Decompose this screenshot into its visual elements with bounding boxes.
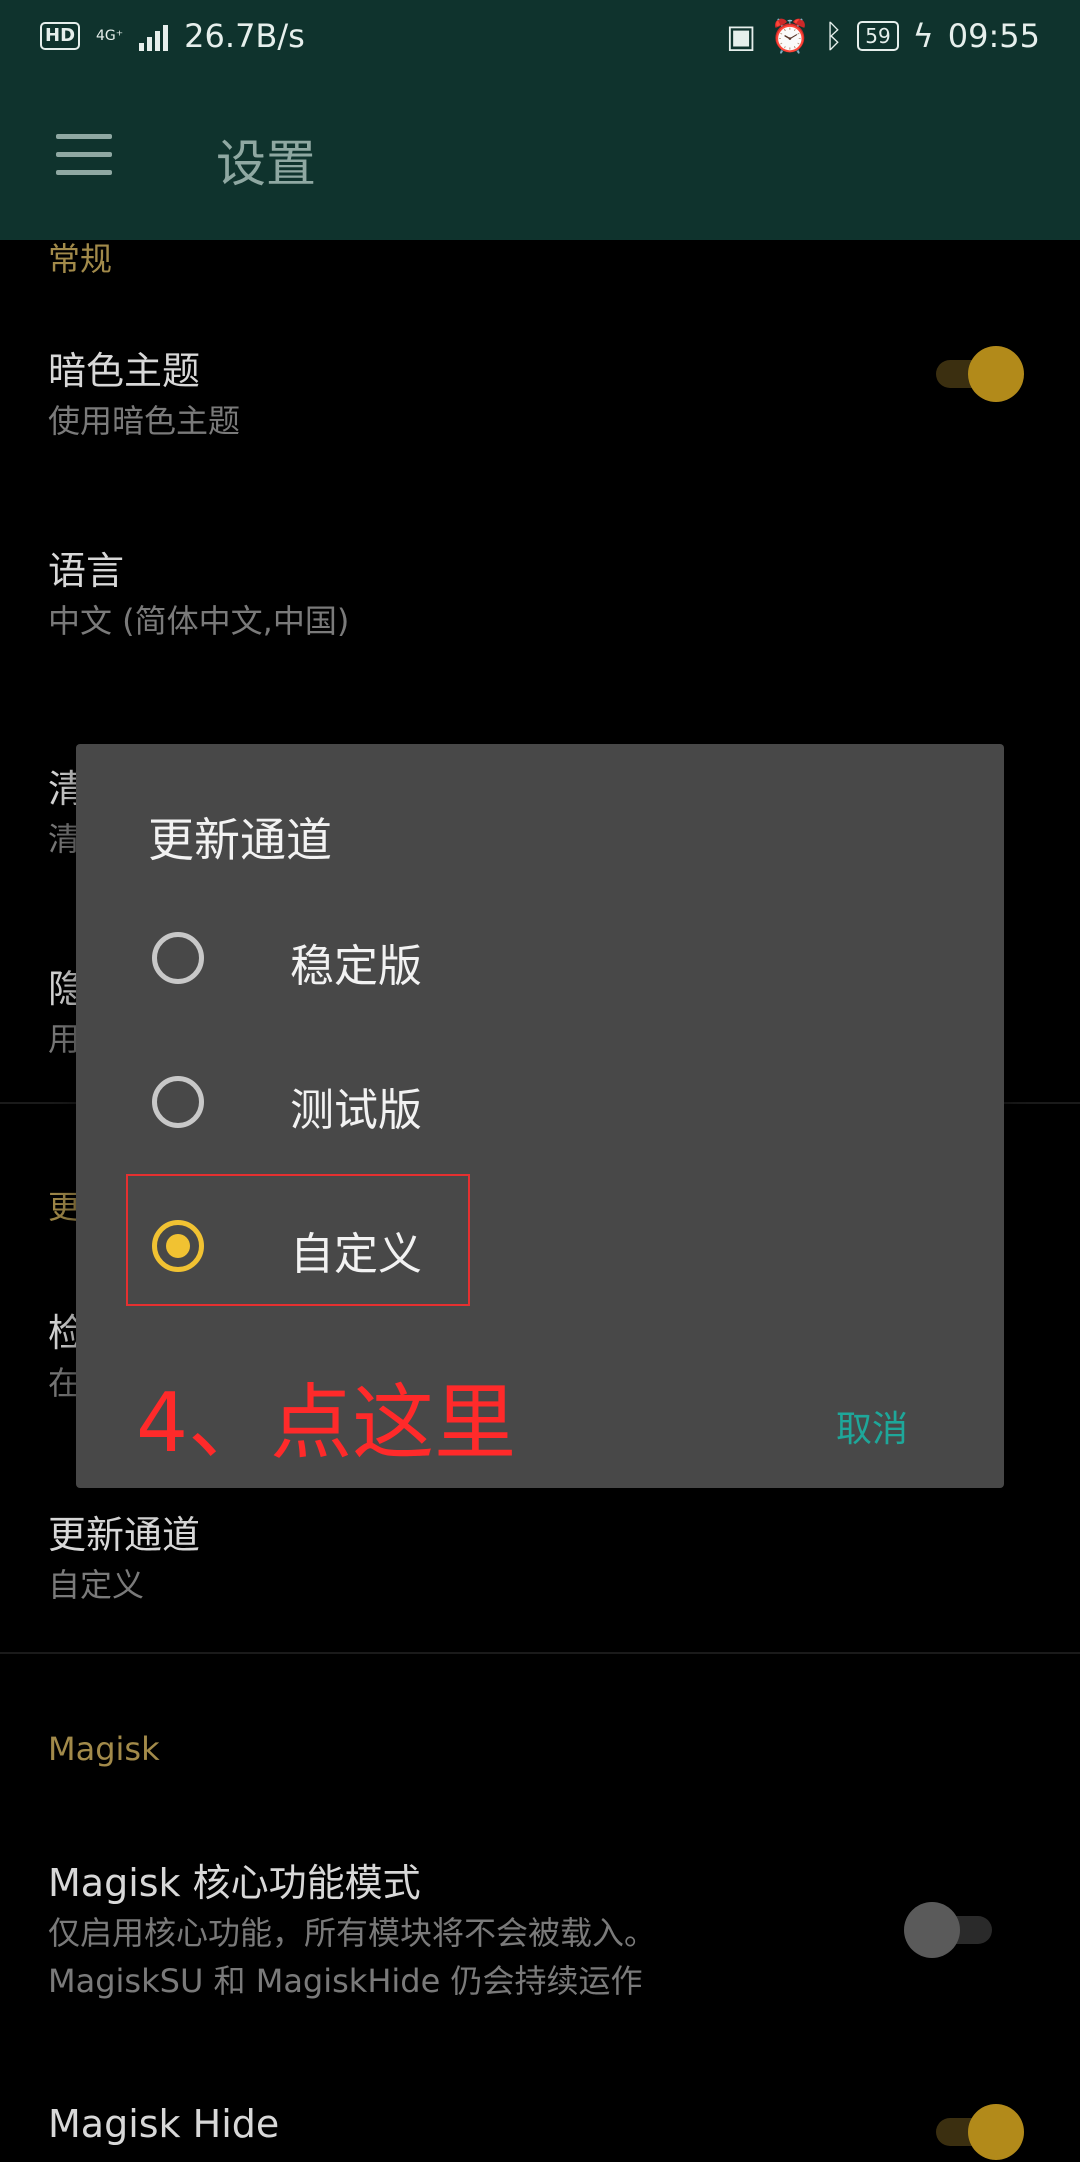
setting-title: Magisk Hide — [48, 2102, 280, 2146]
setting-language[interactable]: 语言 中文 (简体中文,中国) — [0, 540, 1080, 700]
battery-icon: 59 — [857, 21, 899, 51]
status-bar: HD 4G⁺ 26.7B/s ▣ ⏰ ᛒ 59 ϟ 09:55 — [0, 0, 1080, 72]
option-beta[interactable]: 测试版 — [76, 1036, 1004, 1176]
setting-title: 语言 — [48, 549, 125, 593]
radio-unchecked-icon[interactable] — [152, 1076, 204, 1128]
signal-icon — [139, 21, 169, 51]
app-bar: 设置 — [0, 72, 1080, 240]
setting-subtitle-line2: MagiskSU 和 MagiskHide 仍会持续运作 — [48, 1962, 643, 2000]
page-title: 设置 — [216, 135, 316, 193]
divider — [0, 1652, 1080, 1654]
option-stable[interactable]: 稳定版 — [76, 892, 1004, 1032]
option-label: 稳定版 — [290, 941, 422, 992]
network-type: 4G⁺ — [96, 28, 124, 44]
setting-update-channel[interactable]: 更新通道 自定义 — [0, 1504, 1080, 1664]
section-header-general: 常规 — [48, 240, 113, 278]
bluetooth-icon: ᛒ — [824, 17, 844, 55]
update-channel-dialog: 更新通道 稳定版 测试版 自定义 4、点这里 取消 — [76, 744, 1004, 1488]
charging-icon: ϟ — [912, 17, 934, 55]
magisk-hide-switch[interactable] — [928, 2104, 1024, 2160]
setting-core-mode[interactable]: Magisk 核心功能模式 仅启用核心功能，所有模块将不会被载入。 Magisk… — [0, 1852, 1080, 2052]
status-right: ▣ ⏰ ᛒ 59 ϟ 09:55 — [726, 17, 1040, 55]
option-label: 测试版 — [290, 1085, 422, 1136]
setting-subtitle: 使用暗色主题 — [48, 402, 241, 440]
setting-title: 更新通道 — [48, 1513, 201, 1557]
setting-title: Magisk 核心功能模式 — [48, 1861, 421, 1905]
radio-unchecked-icon[interactable] — [152, 932, 204, 984]
annotation-text: 4、点这里 — [136, 1376, 517, 1471]
network-speed: 26.7B/s — [184, 17, 305, 55]
core-mode-switch[interactable] — [904, 1902, 1000, 1958]
dark-theme-switch[interactable] — [928, 346, 1024, 402]
setting-title: 暗色主题 — [48, 349, 201, 393]
section-header-magisk: Magisk — [48, 1730, 160, 1768]
setting-dark-theme[interactable]: 暗色主题 使用暗色主题 — [0, 340, 1080, 500]
clock: 09:55 — [947, 17, 1040, 55]
setting-subtitle: 自定义 — [48, 1566, 145, 1604]
setting-subtitle-line1: 仅启用核心功能，所有模块将不会被载入。 — [48, 1914, 657, 1952]
alarm-icon: ⏰ — [770, 17, 811, 55]
setting-magisk-hide[interactable]: Magisk Hide — [0, 2102, 1080, 2162]
dialog-title: 更新通道 — [148, 813, 332, 867]
status-left: HD 4G⁺ 26.7B/s — [40, 17, 305, 55]
setting-subtitle: 中文 (简体中文,中国) — [48, 602, 350, 640]
nfc-icon: ▣ — [725, 17, 757, 55]
annotation-highlight-box — [126, 1174, 470, 1306]
hd-badge: HD — [40, 22, 81, 50]
menu-icon[interactable] — [56, 134, 112, 178]
cancel-button[interactable]: 取消 — [836, 1400, 908, 1452]
